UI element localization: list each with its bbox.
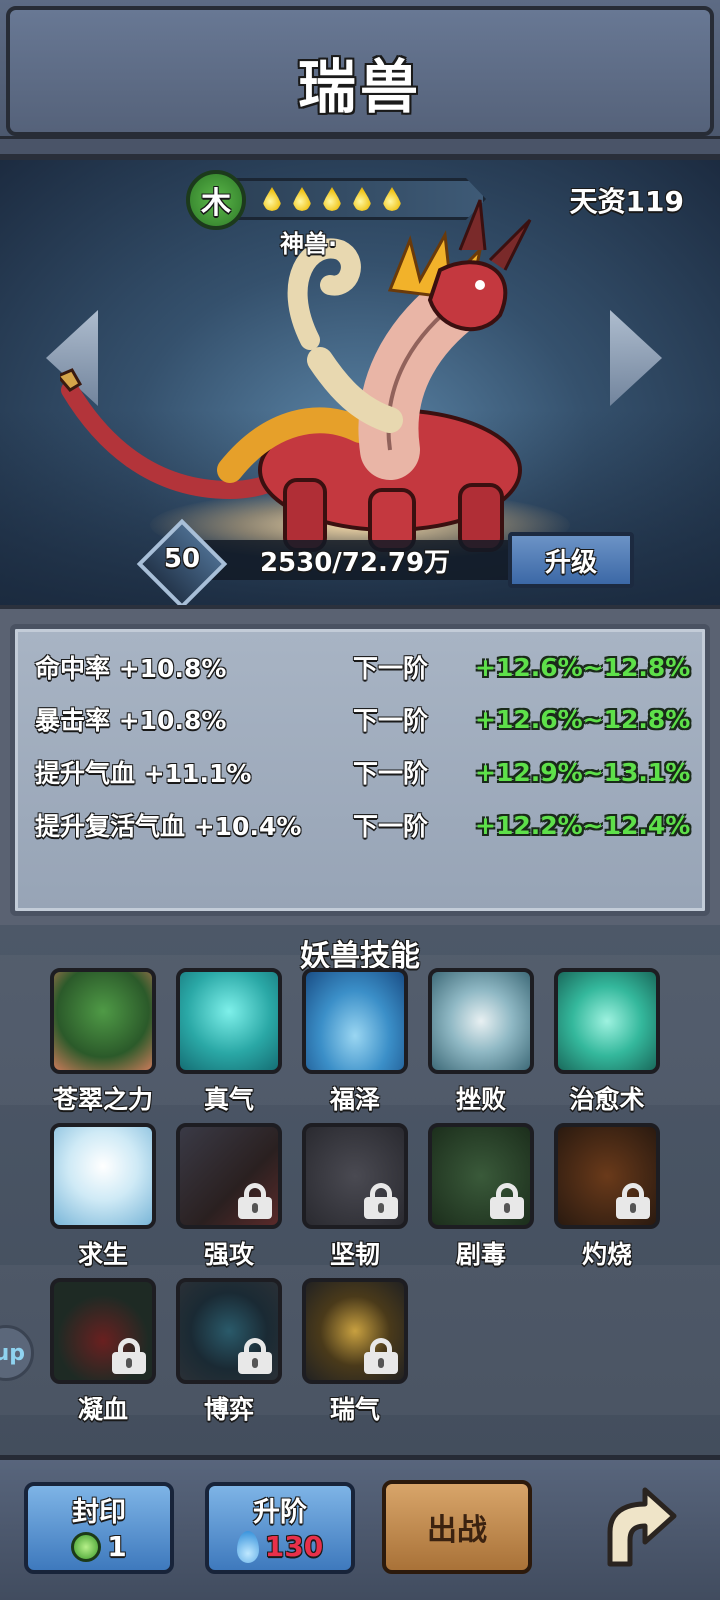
gamble-skill-icon xyxy=(176,1278,282,1384)
beast-species-label: 神兽· xyxy=(280,230,338,258)
skill-name: 治愈术 xyxy=(569,1085,645,1114)
lock-icon xyxy=(364,1183,398,1219)
header: 瑞兽 xyxy=(0,0,720,160)
seal-gem-icon xyxy=(71,1531,102,1562)
advance-count: 130 xyxy=(264,1530,324,1563)
skill-slot[interactable]: 强攻 xyxy=(174,1123,284,1273)
soul-flame-icon xyxy=(236,1530,259,1563)
stat-row-hp-bonus: 提升气血 +11.1% 下一阶 +12.9%~13.1% xyxy=(35,752,705,792)
stat-next-value: +12.6%~12.8% xyxy=(475,652,691,682)
stat-label: 提升复活气血 +10.4% xyxy=(35,812,302,841)
lock-icon xyxy=(238,1338,272,1374)
stat-next-tier-label: 下一阶 xyxy=(353,759,429,788)
beast-level: 50 xyxy=(163,544,201,574)
deploy-label: 出战 xyxy=(427,1513,487,1548)
skill-slot[interactable]: 求生 xyxy=(48,1123,158,1273)
skill-slot[interactable]: 福泽 xyxy=(300,968,410,1118)
skill-slot[interactable]: 真气 xyxy=(174,968,284,1118)
skill-slot[interactable]: 苍翠之力 xyxy=(48,968,158,1118)
element-badge-wood: 木 xyxy=(186,170,246,230)
skill-name: 瑞气 xyxy=(329,1395,380,1424)
page-title: 瑞兽 xyxy=(297,53,422,121)
auspicious-qi-skill-icon xyxy=(302,1278,408,1384)
frustrate-skill-icon xyxy=(428,968,534,1074)
lock-icon xyxy=(364,1338,398,1374)
skill-slot[interactable]: 剧毒 xyxy=(426,1123,536,1273)
skill-slot[interactable]: 挫败 xyxy=(426,968,536,1118)
stat-row-crit-rate: 暴击率 +10.8% 下一阶 +12.6%~12.8% xyxy=(35,699,705,739)
stat-next-value: +12.9%~13.1% xyxy=(475,757,691,787)
stat-next-value: +12.2%~12.4% xyxy=(475,810,691,840)
burn-skill-icon xyxy=(554,1123,660,1229)
stat-next-value: +12.6%~12.8% xyxy=(475,704,691,734)
stat-row-hit-rate: 命中率 +10.8% 下一阶 +12.6%~12.8% xyxy=(35,647,705,687)
deploy-button[interactable]: 出战 xyxy=(382,1480,532,1574)
upgrade-button[interactable]: 升级 xyxy=(508,532,634,588)
return-arrow-icon[interactable] xyxy=(590,1482,680,1574)
stat-row-revive-hp: 提升复活气血 +10.4% 下一阶 +12.2%~12.4% xyxy=(35,805,705,845)
stat-label: 暴击率 +10.8% xyxy=(35,706,227,735)
survival-skill-icon xyxy=(50,1123,156,1229)
stat-next-tier-label: 下一阶 xyxy=(353,812,429,841)
advance-label: 升阶 xyxy=(253,1497,307,1528)
poison-skill-icon xyxy=(428,1123,534,1229)
skill-slot[interactable]: 灼烧 xyxy=(552,1123,662,1273)
stat-next-tier-label: 下一阶 xyxy=(353,706,429,735)
skill-slot[interactable]: 凝血 xyxy=(48,1278,158,1428)
clot-skill-icon xyxy=(50,1278,156,1384)
verdant-force-skill-icon xyxy=(50,968,156,1074)
bottom-action-bar: 封印 1 升阶 130 出战 xyxy=(0,1455,720,1600)
seal-button[interactable]: 封印 1 xyxy=(24,1482,174,1574)
stat-label: 提升气血 +11.1% xyxy=(35,759,252,788)
skill-slot[interactable]: 治愈术 xyxy=(552,968,662,1118)
advance-cost: 130 xyxy=(209,1530,351,1563)
skill-slot[interactable]: 坚韧 xyxy=(300,1123,410,1273)
skills-section: 妖兽技能 苍翠之力 真气 福泽 挫败 治愈术 求生 强攻 坚韧 剧毒 灼烧 凝血… xyxy=(0,925,720,1455)
seal-count: 1 xyxy=(107,1530,127,1563)
heal-skill-icon xyxy=(554,968,660,1074)
exp-bar: 2530/72.79万 xyxy=(200,540,510,580)
exp-text: 2530/72.79万 xyxy=(259,547,451,578)
skill-name: 灼烧 xyxy=(581,1240,632,1269)
beast-showcase: 木 天资119 神兽· 50 2530/72.79万 升级 xyxy=(0,160,720,605)
skill-slot[interactable]: 瑞气 xyxy=(300,1278,410,1428)
blessing-skill-icon xyxy=(302,968,408,1074)
header-ledge xyxy=(0,136,720,154)
lock-icon xyxy=(490,1183,524,1219)
beast-detail-screen: 瑞兽 木 天资119 神兽· 50 2530/72.79万 升级 命中率 +10… xyxy=(0,0,720,1600)
power-strike-skill-icon xyxy=(176,1123,282,1229)
stat-label: 命中率 +10.8% xyxy=(35,654,227,683)
stat-next-tier-label: 下一阶 xyxy=(353,654,429,683)
seal-label: 封印 xyxy=(72,1497,126,1528)
true-qi-skill-icon xyxy=(176,968,282,1074)
dragon-beast-illustration xyxy=(60,199,532,552)
lock-icon xyxy=(238,1183,272,1219)
skill-slot[interactable]: 博弈 xyxy=(174,1278,284,1428)
tenacity-skill-icon xyxy=(302,1123,408,1229)
advance-button[interactable]: 升阶 130 xyxy=(205,1482,355,1574)
lock-icon xyxy=(616,1183,650,1219)
stats-panel: 命中率 +10.8% 下一阶 +12.6%~12.8% 暴击率 +10.8% 下… xyxy=(10,624,710,916)
stats-section: 命中率 +10.8% 下一阶 +12.6%~12.8% 暴击率 +10.8% 下… xyxy=(0,605,720,925)
seal-cost: 1 xyxy=(28,1530,170,1563)
lock-icon xyxy=(112,1338,146,1374)
